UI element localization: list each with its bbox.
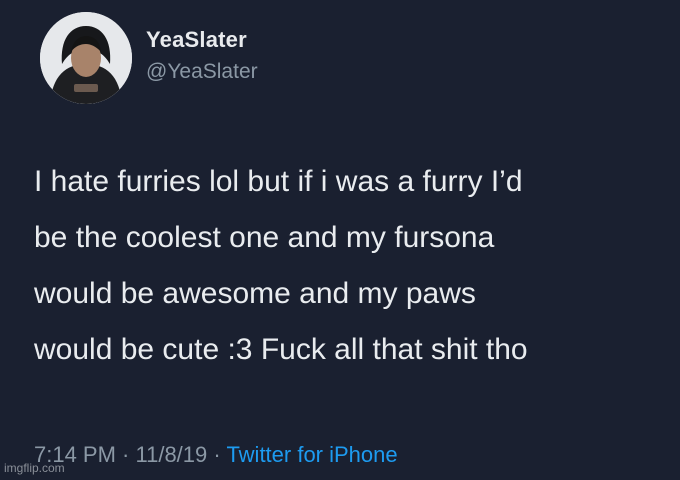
tweet-text-line: would be awesome and my paws xyxy=(34,277,476,310)
avatar-image xyxy=(40,12,132,104)
tweet-text-line: be the coolest one and my fursona xyxy=(34,221,495,254)
tweet-meta: 7:14 PM · 11/8/19 · Twitter for iPhone xyxy=(34,442,398,468)
tweet-text: I hate furries lol but if i was a furry … xyxy=(34,154,674,378)
author-display-name[interactable]: YeaSlater xyxy=(146,27,247,53)
tweet-source-link[interactable]: Twitter for iPhone xyxy=(226,442,397,467)
meta-separator: · xyxy=(207,442,227,467)
tweet-card: YeaSlater @YeaSlater I hate furries lol … xyxy=(0,0,680,480)
avatar[interactable] xyxy=(40,12,132,104)
author-handle[interactable]: @YeaSlater xyxy=(146,60,258,84)
tweet-text-line: I hate furries lol but if i was a furry … xyxy=(34,165,523,198)
tweet-text-line: would be cute :3 Fuck all that shit tho xyxy=(34,333,528,366)
tweet-date[interactable]: 11/8/19 xyxy=(136,442,208,467)
meta-separator: · xyxy=(115,442,136,467)
watermark: imgflip.com xyxy=(4,461,65,475)
